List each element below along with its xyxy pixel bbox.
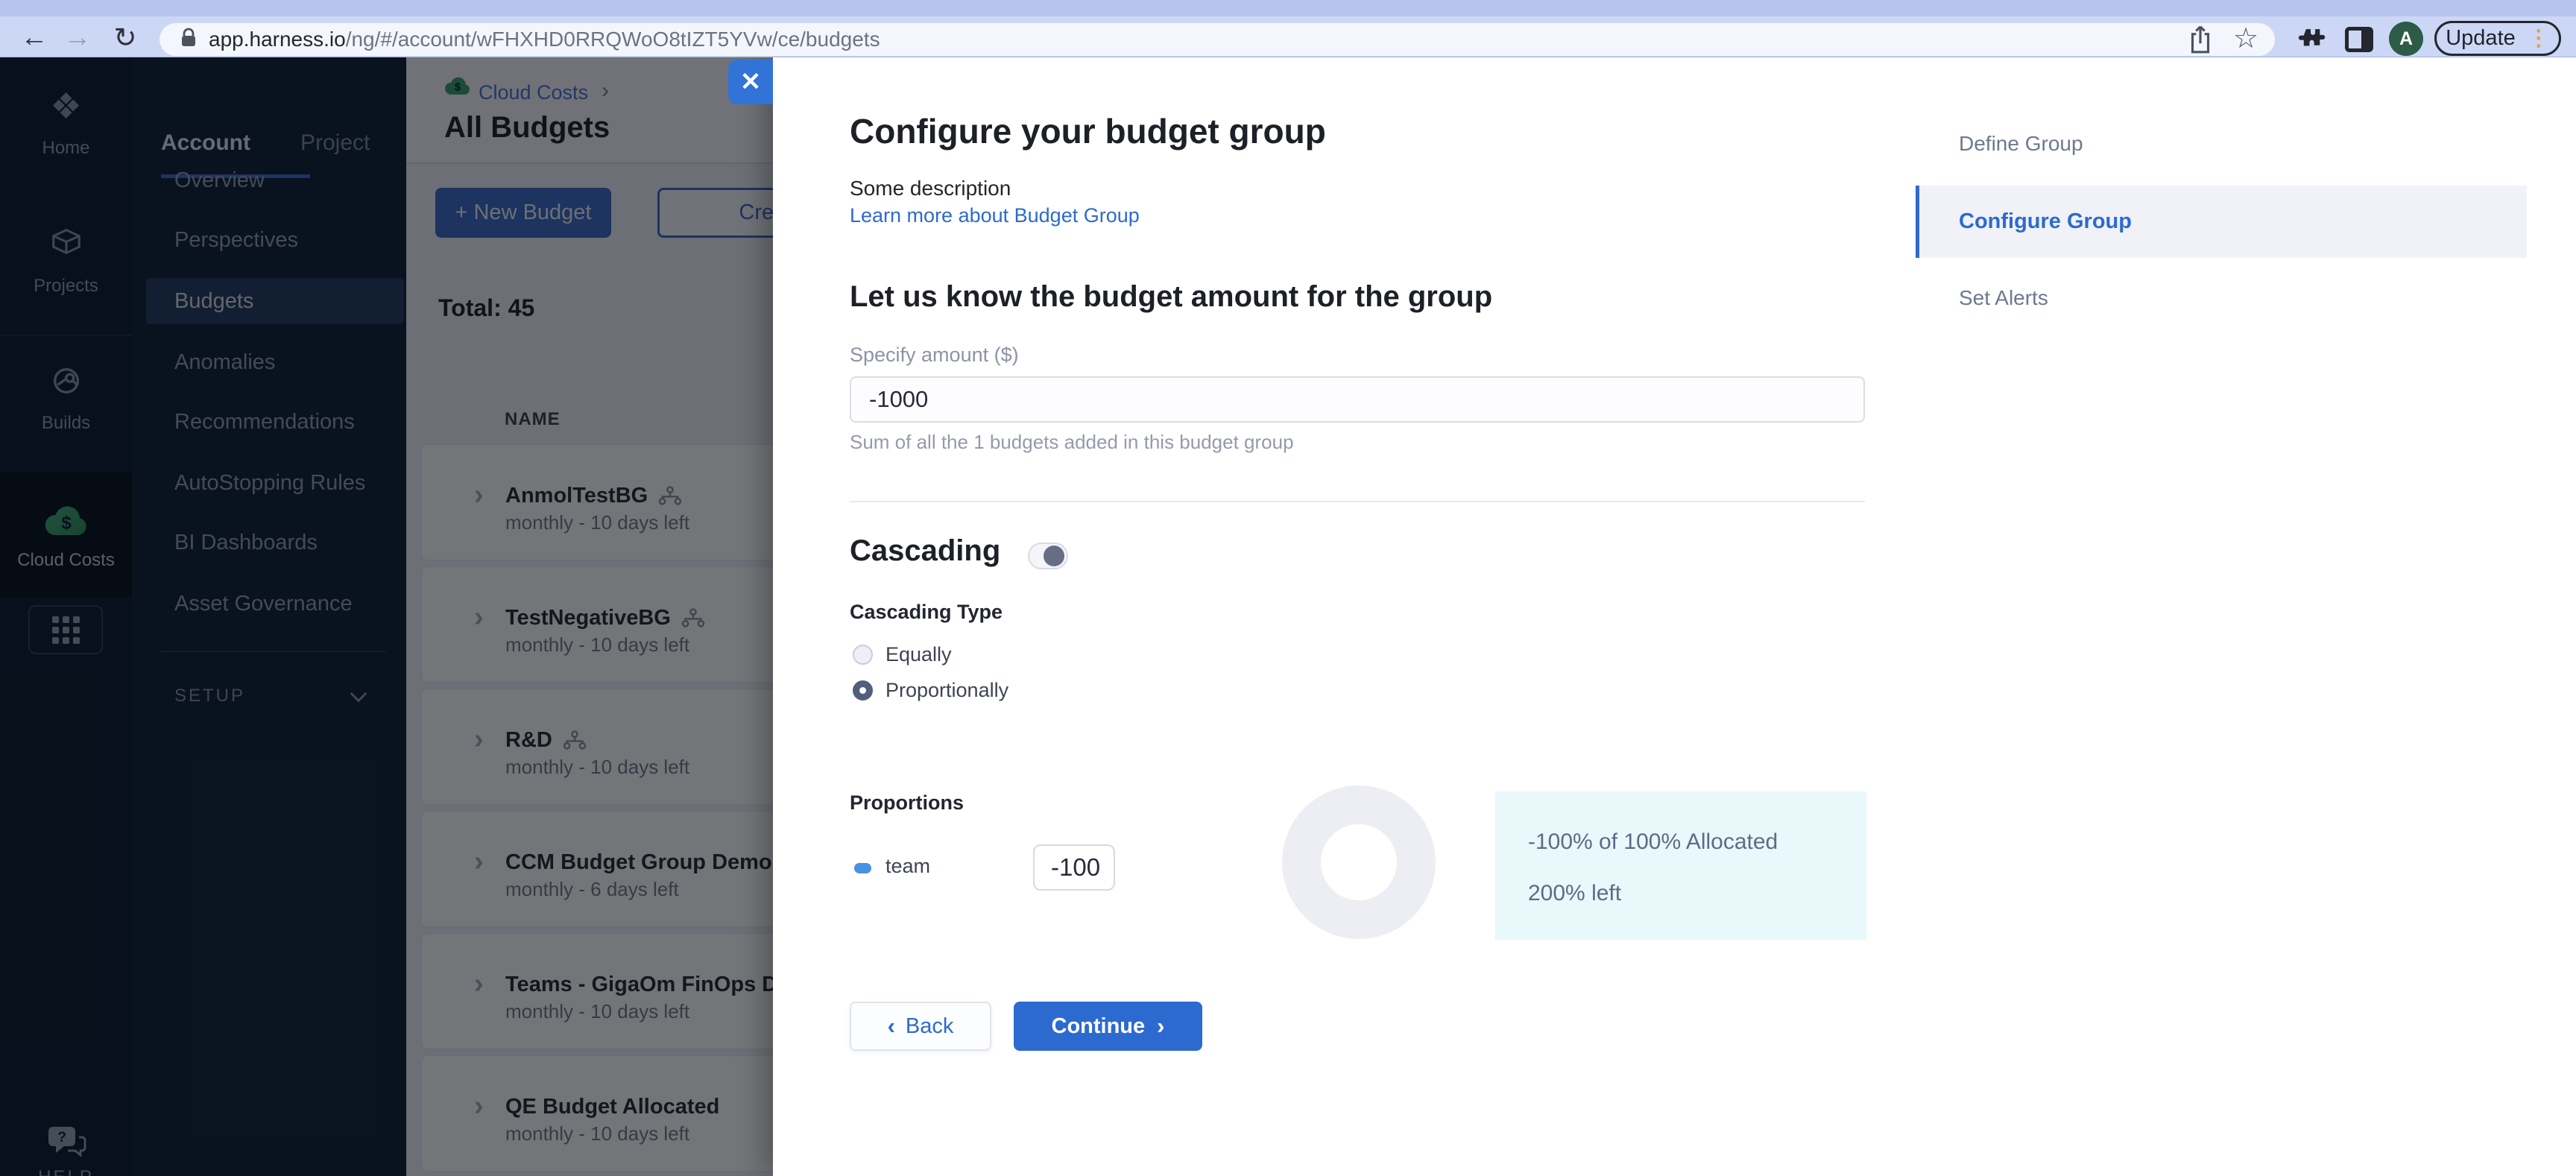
- back-button[interactable]: ‹ Back: [850, 1002, 991, 1051]
- lock-icon: [179, 27, 198, 53]
- browser-update-button[interactable]: Update ⋮: [2434, 21, 2561, 56]
- share-icon[interactable]: [2187, 24, 2214, 59]
- browser-chrome: ← → ↻ app.harness.io/ng/#/account/wFHXHD…: [0, 0, 2576, 57]
- section-divider: [850, 501, 1865, 502]
- cascading-type-label: Cascading Type: [850, 601, 1003, 623]
- step-configure-group[interactable]: Configure Group: [1916, 186, 2527, 258]
- amount-input[interactable]: [850, 376, 1865, 423]
- address-bar[interactable]: app.harness.io/ng/#/account/wFHXHD0RRQWo…: [160, 23, 2275, 56]
- team-legend-dot: [854, 863, 871, 873]
- browser-reload-button[interactable]: ↻: [107, 19, 143, 55]
- step-define-group[interactable]: Define Group: [1959, 132, 2083, 156]
- allocation-donut-chart: [1282, 785, 1436, 939]
- continue-button[interactable]: Continue ›: [1014, 1002, 1202, 1051]
- amount-field-label: Specify amount ($): [850, 344, 1019, 366]
- allocation-line-1: -100% of 100% Allocated: [1528, 829, 1778, 854]
- url-text: app.harness.io/ng/#/account/wFHXHD0RRQWo…: [209, 28, 880, 51]
- learn-more-link[interactable]: Learn more about Budget Group: [850, 204, 1140, 227]
- team-proportion-input[interactable]: [1033, 844, 1115, 891]
- toggle-knob: [1044, 546, 1064, 566]
- amount-helper-text: Sum of all the 1 budgets added in this b…: [850, 431, 1294, 453]
- radio-proportionally-label[interactable]: Proportionally: [886, 679, 1008, 702]
- step-set-alerts[interactable]: Set Alerts: [1959, 286, 2048, 310]
- radio-equally[interactable]: [853, 645, 873, 665]
- close-icon: ✕: [739, 68, 762, 96]
- allocation-line-2: 200% left: [1528, 881, 1622, 905]
- browser-menu-dots-icon: ⋮: [2527, 26, 2550, 51]
- bookmark-star-icon[interactable]: ☆: [2233, 22, 2258, 55]
- modal-title: Configure your budget group: [850, 112, 1326, 151]
- browser-back-button[interactable]: ←: [16, 19, 52, 55]
- radio-proportionally[interactable]: [853, 680, 873, 701]
- amount-section-heading: Let us know the budget amount for the gr…: [850, 280, 1493, 313]
- configure-budget-group-modal: Configure your budget group Some descrip…: [773, 57, 2576, 1176]
- close-button[interactable]: ✕: [728, 60, 773, 104]
- avatar[interactable]: A: [2389, 22, 2423, 56]
- cascading-toggle[interactable]: [1028, 543, 1068, 569]
- cascading-heading: Cascading: [850, 534, 1001, 567]
- radio-equally-label[interactable]: Equally: [886, 643, 952, 666]
- team-label: team: [886, 855, 931, 877]
- allocation-summary: -100% of 100% Allocated 200% left: [1495, 791, 1866, 940]
- browser-tab-strip: [0, 0, 2576, 16]
- chevron-right-icon: ›: [1157, 1013, 1165, 1039]
- chevron-left-icon: ‹: [887, 1013, 895, 1039]
- side-panel-icon[interactable]: [2345, 27, 2373, 52]
- extensions-puzzle-icon[interactable]: [2296, 25, 2326, 57]
- modal-description: Some description: [850, 177, 1011, 200]
- proportions-label: Proportions: [850, 791, 964, 814]
- browser-forward-button[interactable]: →: [60, 19, 95, 55]
